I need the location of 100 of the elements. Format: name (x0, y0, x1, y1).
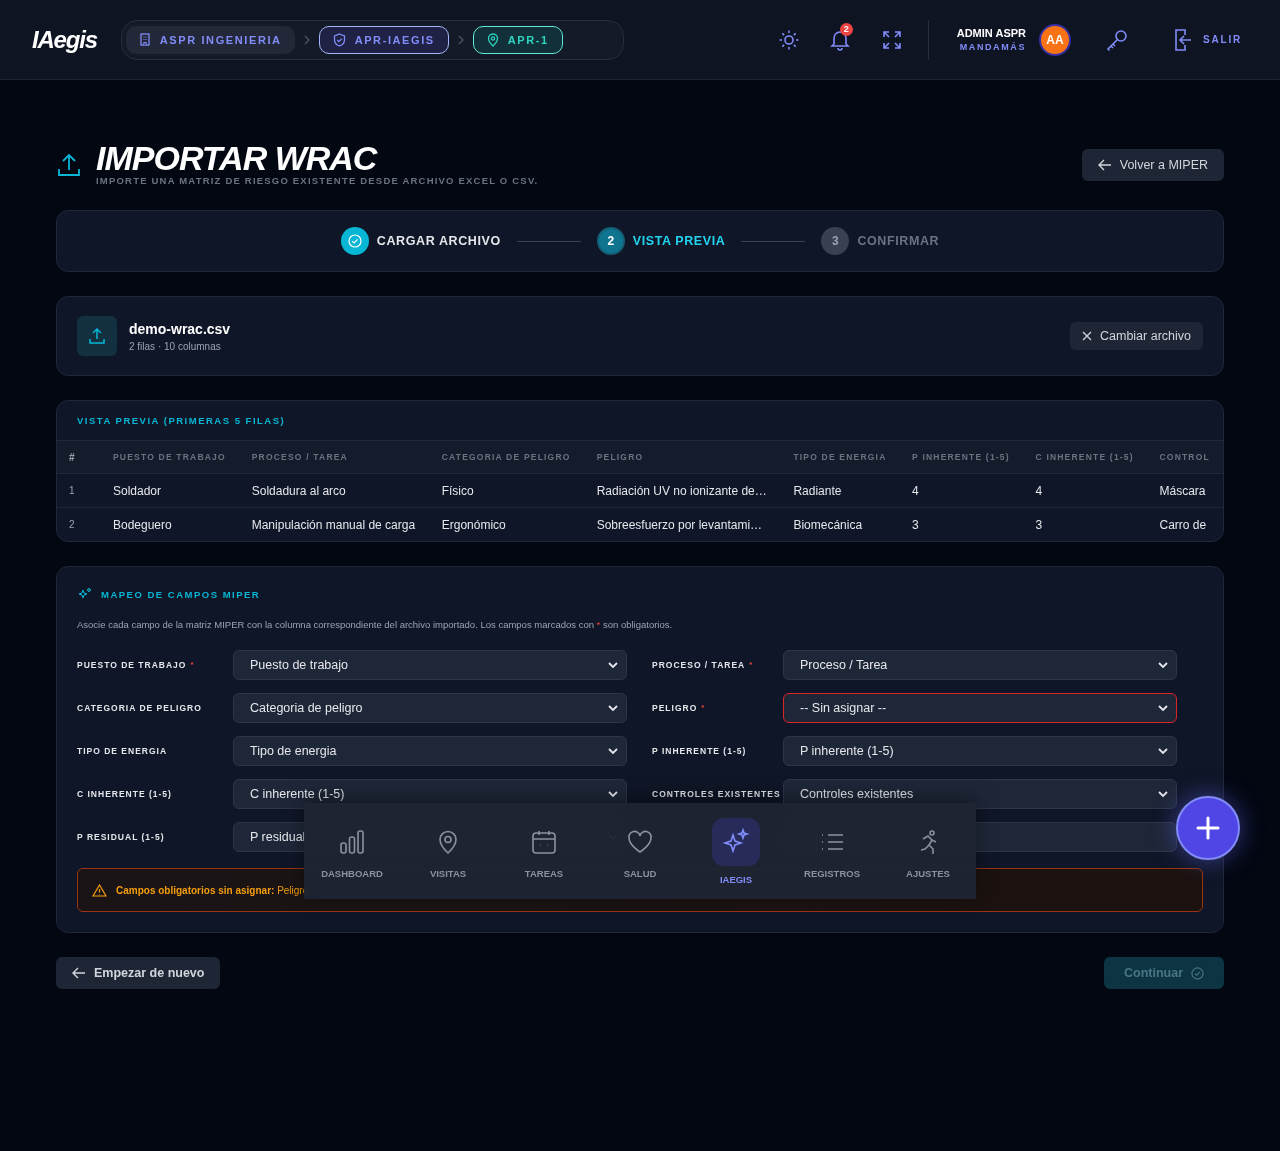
plus-icon (1195, 815, 1221, 841)
required-mark: * (190, 660, 195, 670)
warning-text: Campos obligatorios sin asignar: Peligro (116, 884, 309, 896)
step-number: 2 (596, 227, 625, 255)
table-cell: Manipulación manual de carga (239, 507, 430, 541)
breadcrumb[interactable]: ASPR INGENIERIA (125, 25, 295, 54)
select-field[interactable]: Controles existentes (783, 779, 1177, 809)
breadcrumb[interactable]: APR-1 (472, 25, 563, 54)
table-cell: Radiante (781, 473, 901, 508)
upload-icon (56, 152, 82, 178)
nav-item[interactable]: TAREAS (499, 822, 589, 880)
nav-item[interactable]: REGISTROS (787, 822, 877, 880)
table-cell: Biomecánica (781, 507, 901, 541)
table-cell: Máscara (1147, 473, 1223, 508)
step-number: 3 (821, 227, 850, 255)
section-title: MAPEO DE CAMPOS MIPER (101, 588, 261, 600)
restart-button[interactable]: Empezar de nuevo (56, 957, 221, 989)
logout-button[interactable]: SALIR (1173, 27, 1248, 52)
building-icon (138, 33, 151, 46)
table-cell: Sobreesfuerzo por levantami… (584, 507, 782, 541)
table-cell: Físico (429, 473, 585, 508)
field-label: P INHERENTE (1-5) (652, 746, 747, 756)
page-title: IMPORTAR WRAC (96, 138, 379, 178)
nav-item[interactable]: DASHBOARD (307, 822, 397, 880)
table-cell: Carro de (1147, 507, 1223, 541)
table-cell: Bodeguero (101, 507, 240, 541)
table-cell: 1 (57, 473, 101, 508)
select-field[interactable]: Puesto de trabajo (233, 650, 627, 680)
nav-item[interactable]: VISITAS (403, 822, 493, 880)
instructions-text: Asocie cada campo de la matriz MIPER con la columna correspondiente del archivo importado. Los campos marcados con * son obligatorios. (77, 619, 674, 630)
table-cell: 4 (1023, 473, 1148, 508)
bell-icon[interactable] (829, 28, 850, 51)
check-circle-icon (1191, 966, 1204, 980)
required-mark: * (749, 660, 754, 670)
select-field[interactable]: -- Sin asignar -- (783, 693, 1177, 723)
chevron-down-icon (1158, 704, 1168, 712)
chevron-down-icon (608, 661, 618, 669)
sparkles-icon (77, 587, 93, 601)
step-label: CONFIRMAR (857, 234, 940, 248)
column-header: PELIGRO (584, 441, 782, 474)
table-cell: 3 (900, 507, 1024, 541)
table-cell: Ergonómico (429, 507, 585, 541)
table-cell: 4 (900, 473, 1024, 508)
logout-icon (1173, 27, 1193, 52)
step-label: CARGAR ARCHIVO (376, 234, 501, 248)
step-label: VISTA PREVIA (632, 234, 726, 248)
select-field[interactable]: Proceso / Tarea (783, 650, 1177, 680)
nav-item[interactable]: SALUD (595, 822, 685, 880)
back-button[interactable]: Volver a MIPER (1081, 149, 1224, 181)
select-field[interactable]: Categoria de peligro (233, 693, 627, 723)
sun-icon[interactable] (777, 28, 800, 51)
field-label: P RESIDUAL (1-5) (77, 832, 165, 842)
calendar-icon (531, 828, 557, 855)
page-subtitle: IMPORTE UNA MATRIZ DE RIESGO EXISTENTE DESDE ARCHIVO EXCEL O CSV. (96, 175, 539, 186)
fullscreen-icon[interactable] (881, 29, 902, 50)
bar-chart-icon (339, 828, 365, 855)
file-meta: 2 filas · 10 columnas (129, 340, 222, 352)
arrow-left-icon (72, 967, 86, 979)
close-icon (1082, 331, 1092, 341)
table-cell: 3 (1023, 507, 1148, 541)
field-label: C INHERENTE (1-5) (77, 789, 172, 799)
table-cell: Soldadura al arco (239, 473, 430, 508)
table-cell: Radiación UV no ionizante de… (584, 473, 782, 508)
logo[interactable]: IAegis (32, 25, 97, 54)
nav-item[interactable]: IAEGIS (691, 816, 781, 886)
field-label: CONTROLES EXISTENTES (652, 789, 781, 799)
change-file-button[interactable]: Cambiar archivo (1070, 322, 1203, 350)
key-icon[interactable] (1105, 27, 1129, 52)
field-label: TIPO DE ENERGIA (77, 746, 168, 756)
add-button[interactable] (1176, 796, 1240, 860)
required-mark: * (701, 703, 706, 713)
chevron-down-icon (608, 704, 618, 712)
chevron-icon (456, 34, 465, 45)
notification-badge: 2 (839, 22, 853, 36)
field-label: CATEGORIA DE PELIGRO (77, 703, 202, 713)
location-pin-icon (486, 32, 499, 47)
select-field[interactable]: P inherente (1-5) (783, 736, 1177, 766)
column-header: PUESTO DE TRABAJO (101, 441, 240, 474)
user-name: ADMIN ASPR (956, 27, 1026, 39)
nav-item[interactable]: AJUSTES (883, 822, 973, 880)
table-cell: Soldador (101, 473, 240, 508)
column-header: C INHERENTE (1-5) (1023, 441, 1148, 474)
column-header: PROCESO / TAREA (239, 441, 430, 474)
column-header: CONTROL (1147, 441, 1223, 474)
chevron-down-icon (608, 747, 618, 755)
breadcrumb[interactable]: APR-IAEGIS (318, 25, 449, 54)
chevron-down-icon (1158, 790, 1168, 798)
chevron-icon (302, 34, 311, 45)
select-field[interactable]: Tipo de energia (233, 736, 627, 766)
column-header: TIPO DE ENERGIA (781, 441, 901, 474)
field-label: PELIGRO (652, 703, 698, 713)
file-name: demo-wrac.csv (129, 320, 231, 337)
user-role: MANDAMÁS (959, 42, 1026, 52)
arrow-left-icon (1097, 159, 1112, 171)
chevron-down-icon (608, 790, 618, 798)
shield-icon (332, 32, 346, 47)
chevron-down-icon (1158, 747, 1168, 755)
column-header: P INHERENTE (1-5) (900, 441, 1024, 474)
column-header: CATEGORIA DE PELIGRO (429, 441, 585, 474)
field-label: PUESTO DE TRABAJO (77, 660, 187, 670)
